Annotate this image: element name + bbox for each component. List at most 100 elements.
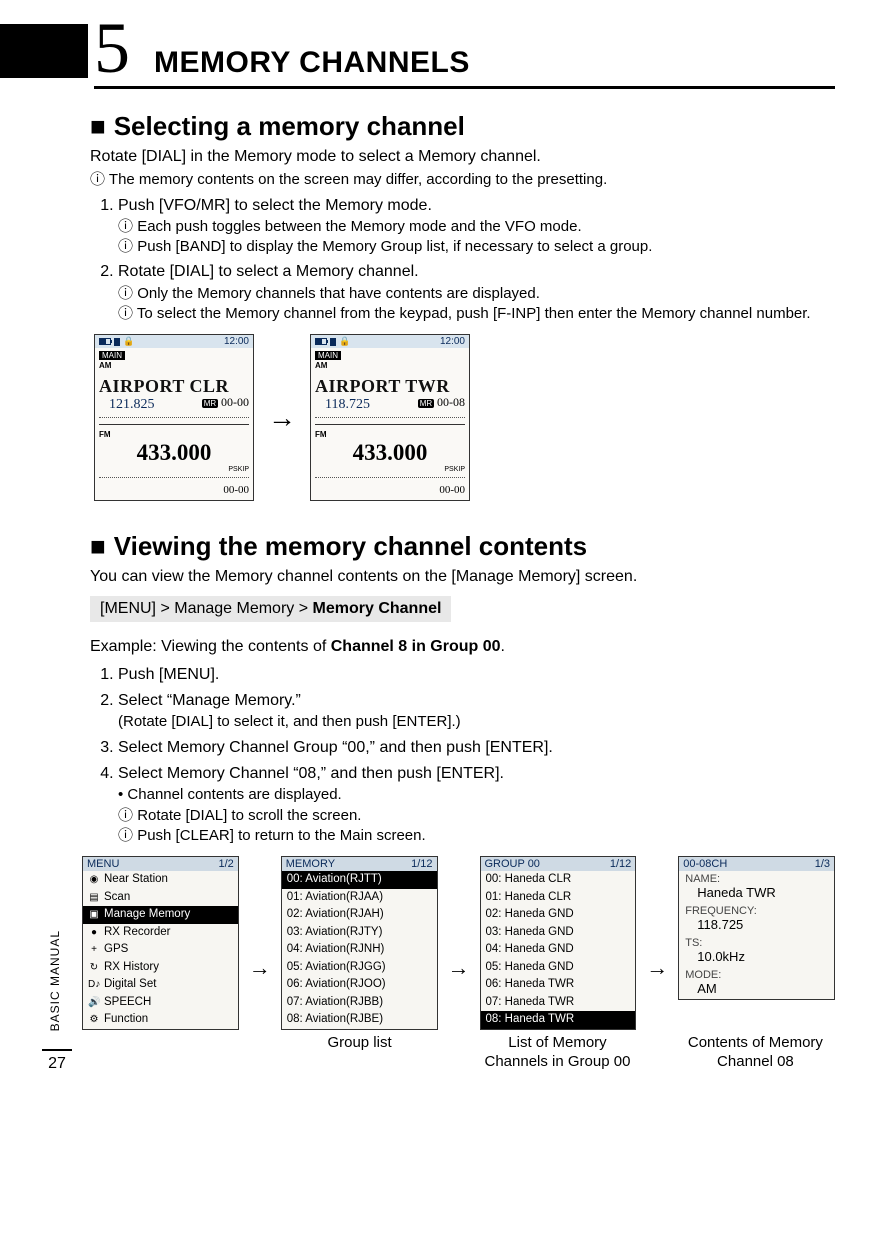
caption-channel-contents: Contents of Memory Channel 08 xyxy=(676,1030,835,1072)
list-item: 03: Haneda GND xyxy=(481,924,636,942)
sidebar-basic-manual: BASIC MANUAL xyxy=(48,930,62,1031)
list-item-label: 04: Aviation(RJNH) xyxy=(287,942,385,958)
page-number: 27 xyxy=(42,1049,72,1073)
list-item-label: RX History xyxy=(104,960,159,976)
s2-step-4: Select Memory Channel “08,” and then pus… xyxy=(118,763,835,846)
menu-item-icon: ▣ xyxy=(88,908,100,922)
lock-icon: 🔒 xyxy=(339,336,350,347)
list-item: 01: Haneda CLR xyxy=(481,889,636,907)
section1-intro: Rotate [DIAL] in the Memory mode to sele… xyxy=(90,146,835,168)
list-item-label: 03: Aviation(RJTY) xyxy=(287,925,383,941)
mr-tag: MR 00-00 xyxy=(202,395,249,410)
list-item: 🔊SPEECH xyxy=(83,994,238,1012)
info-icon: ⓘ xyxy=(118,218,133,235)
list-item-label: Scan xyxy=(104,890,130,906)
channel-frequency: 121.825 xyxy=(109,397,155,412)
arrow-right-icon: → xyxy=(268,402,296,434)
battery-icon xyxy=(99,338,111,345)
info-icon: ⓘ xyxy=(118,285,133,302)
s2-step-3: Select Memory Channel Group “00,” and th… xyxy=(118,737,835,759)
list-item-label: 02: Haneda GND xyxy=(486,907,574,923)
info-icon: ⓘ xyxy=(118,807,133,824)
menu-item-icon: ● xyxy=(88,926,100,940)
chapter-header: 5 MEMORY CHANNELS xyxy=(94,20,835,89)
s2-step-1: Push [MENU]. xyxy=(118,664,835,686)
list-item: ▤Scan xyxy=(83,889,238,907)
list-item: + GPS xyxy=(83,941,238,959)
header-black-bar xyxy=(0,24,88,78)
square-bullet-icon: ■ xyxy=(90,531,106,561)
sub-channel-num: 00-00 xyxy=(315,484,465,496)
list-item-label: 08: Haneda TWR xyxy=(486,1012,575,1028)
list-item: ● RX Recorder xyxy=(83,924,238,942)
caption-group-list: Group list xyxy=(280,1030,439,1072)
list-item: 07: Haneda TWR xyxy=(481,994,636,1012)
caption-channels-list: List of Memory Channels in Group 00 xyxy=(478,1030,637,1072)
mode-fm-label: FM xyxy=(99,430,111,439)
chapter-title: MEMORY CHANNELS xyxy=(154,46,470,80)
list-item-label: 03: Haneda GND xyxy=(486,925,574,941)
list-item: 06: Haneda TWR xyxy=(481,976,636,994)
detail-freq-value: 118.725 xyxy=(679,917,834,935)
list-item-label: RX Recorder xyxy=(104,925,170,941)
main-tag: MAIN xyxy=(315,351,341,360)
lcd-screens-row: 🔒 12:00 MAIN AM AIRPORT CLR 121.825 MR 0… xyxy=(94,334,835,501)
menu-item-icon: ◉ xyxy=(88,873,100,887)
info-icon: ⓘ xyxy=(90,171,105,188)
list-item-label: 02: Aviation(RJAH) xyxy=(287,907,384,923)
menu-item-icon: D♪ xyxy=(88,978,100,992)
list-item-label: 01: Aviation(RJAA) xyxy=(287,890,383,906)
section2-intro: You can view the Memory channel contents… xyxy=(90,566,835,588)
list-item: ▣Manage Memory xyxy=(83,906,238,924)
menu-item-icon: ⚙ xyxy=(88,1013,100,1027)
lcd-screen-airport-clr: 🔒 12:00 MAIN AM AIRPORT CLR 121.825 MR 0… xyxy=(94,334,254,501)
list-item-label: Digital Set xyxy=(104,977,156,993)
menu-item-icon: 🔊 xyxy=(88,996,100,1010)
group00-list-screen: GROUP 001/12 00: Haneda CLR01: Haneda CL… xyxy=(480,856,637,1030)
list-item-label: GPS xyxy=(104,942,128,958)
chapter-number: 5 xyxy=(94,20,130,78)
battery-icon xyxy=(315,338,327,345)
mode-am-label: AM xyxy=(99,361,249,370)
main-tag: MAIN xyxy=(99,351,125,360)
list-item: ⚙ Function xyxy=(83,1011,238,1029)
lcd-clock: 12:00 xyxy=(440,336,465,347)
sub-frequency: 433.000 xyxy=(99,440,249,466)
detail-freq-label: FREQUENCY: xyxy=(679,903,834,917)
list-item-label: Function xyxy=(104,1012,148,1028)
section1-steps: Push [VFO/MR] to select the Memory mode.… xyxy=(90,195,835,325)
list-item: 08: Aviation(RJBE) xyxy=(282,1011,437,1029)
step-1: Push [VFO/MR] to select the Memory mode.… xyxy=(118,195,835,258)
list-item-label: 00: Haneda CLR xyxy=(486,872,572,888)
detail-ts-value: 10.0kHz xyxy=(679,949,834,967)
list-item: 02: Haneda GND xyxy=(481,906,636,924)
detail-ts-label: TS: xyxy=(679,935,834,949)
list-item: ↻RX History xyxy=(83,959,238,977)
four-screens-row: MENU1/2 ◉Near Station▤Scan▣Manage Memory… xyxy=(82,856,835,1030)
s2-step-2: Select “Manage Memory.” (Rotate [DIAL] t… xyxy=(118,690,835,733)
pskip-label: PSKIP xyxy=(315,466,465,473)
sdcard-icon xyxy=(330,338,336,346)
square-bullet-icon: ■ xyxy=(90,111,106,141)
detail-mode-label: MODE: xyxy=(679,967,834,981)
channel-detail-screen: 00-08CH1/3 NAME: Haneda TWR FREQUENCY: 1… xyxy=(678,856,835,1000)
list-item: 04: Haneda GND xyxy=(481,941,636,959)
channel-name: AIRPORT CLR xyxy=(99,376,249,397)
list-item-label: 00: Aviation(RJTT) xyxy=(287,872,382,888)
menu-item-icon: + xyxy=(88,943,100,957)
lcd-screen-airport-twr: 🔒 12:00 MAIN AM AIRPORT TWR 118.725 MR 0… xyxy=(310,334,470,501)
detail-name-label: NAME: xyxy=(679,871,834,885)
list-item-label: 06: Aviation(RJOO) xyxy=(287,977,386,993)
channel-frequency: 118.725 xyxy=(325,397,370,412)
section2-steps: Push [MENU]. Select “Manage Memory.” (Ro… xyxy=(90,664,835,847)
section1-intro-note: ⓘ The memory contents on the screen may … xyxy=(90,168,835,189)
list-item-label: 05: Haneda GND xyxy=(486,960,574,976)
info-icon: ⓘ xyxy=(118,238,133,255)
menu-screen: MENU1/2 ◉Near Station▤Scan▣Manage Memory… xyxy=(82,856,239,1030)
list-item: ◉Near Station xyxy=(83,871,238,889)
arrow-right-icon: → xyxy=(646,955,668,981)
example-line: Example: Viewing the contents of Channel… xyxy=(90,636,835,658)
list-item: 00: Aviation(RJTT) xyxy=(282,871,437,889)
lcd-clock: 12:00 xyxy=(224,336,249,347)
list-item-label: 05: Aviation(RJGG) xyxy=(287,960,386,976)
